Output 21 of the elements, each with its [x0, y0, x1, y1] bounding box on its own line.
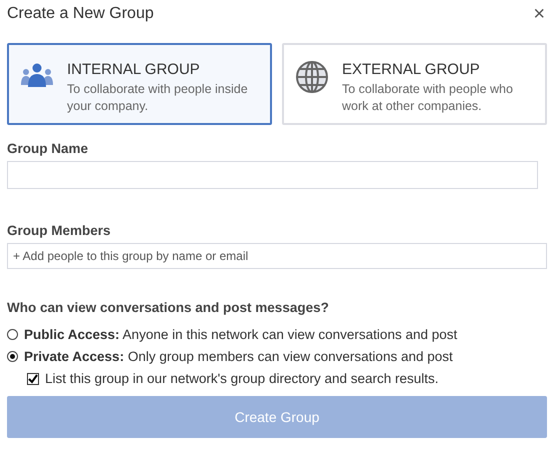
card-title: INTERNAL GROUP: [67, 61, 201, 78]
group-name-field[interactable]: [7, 161, 538, 189]
radio-button[interactable]: [7, 329, 18, 340]
field-label: Group Members: [7, 223, 112, 238]
group-type-card[interactable]: EXTERNAL GROUP To collaborate with people who work at other companies.: [282, 43, 547, 125]
members-field[interactable]: + Add people to this group by name or email: [7, 243, 547, 269]
card-description: To collaborate with people inside your company.: [67, 81, 249, 115]
close-button[interactable]: ×: [531, 4, 547, 24]
field-label: Group Name: [7, 141, 90, 156]
dialog-title: Create a New Group: [7, 4, 154, 22]
card-description: To collaborate with people who work at other companies.: [342, 81, 514, 115]
checkbox[interactable]: [27, 372, 39, 384]
access-option-label: Public Access: Anyone in this network can view conversations and post: [24, 327, 458, 342]
access-question: Who can view conversations and post messages?: [7, 300, 330, 315]
card-title: EXTERNAL GROUP: [342, 61, 481, 78]
globe-icon: [296, 61, 328, 93]
radio-button[interactable]: [7, 351, 18, 362]
directory-label: List this group in our network's group directory and search results.: [45, 371, 439, 386]
access-option-label: Private Access: Only group members can view conversations and post: [24, 349, 453, 364]
group-type-card[interactable]: INTERNAL GROUP To collaborate with people inside your company.: [7, 43, 272, 125]
people-icon: [21, 63, 53, 89]
